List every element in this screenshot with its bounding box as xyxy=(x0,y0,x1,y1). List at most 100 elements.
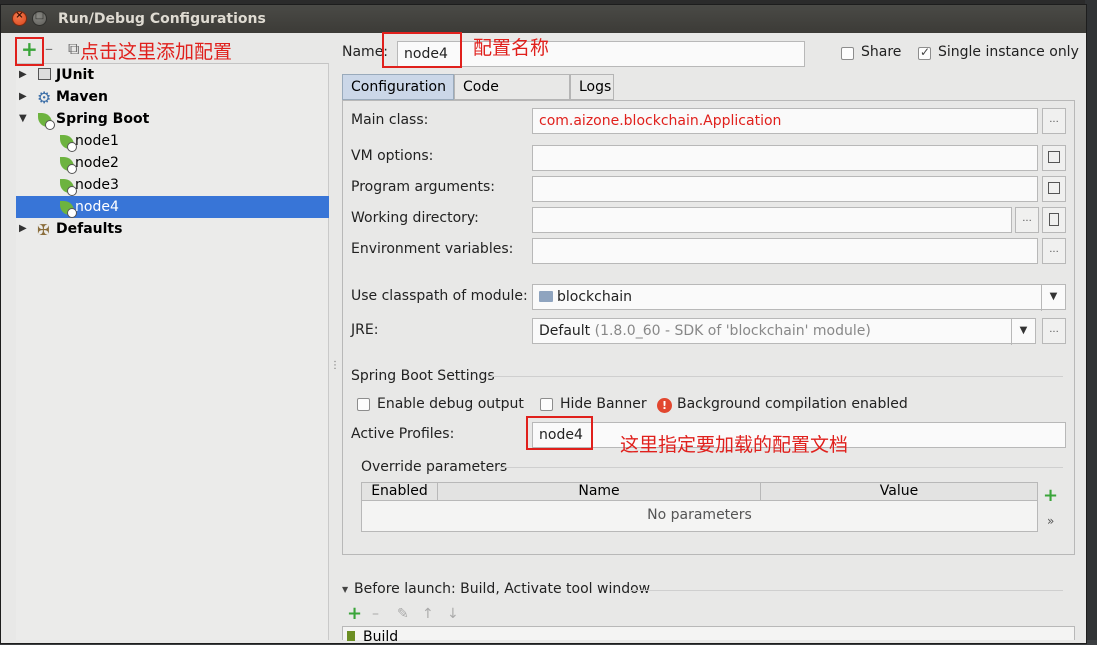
tree-item-label: Defaults xyxy=(56,218,122,240)
background-compilation-label: Background compilation enabled xyxy=(677,396,908,412)
environment-variables-label: Environment variables: xyxy=(351,241,513,257)
spring-icon xyxy=(38,112,53,126)
single-instance-checkbox[interactable] xyxy=(918,47,931,60)
share-checkbox[interactable] xyxy=(841,47,854,60)
remove-configuration-button[interactable]: – xyxy=(45,39,53,59)
tab-configuration[interactable]: Configuration xyxy=(342,74,454,100)
name-highlight xyxy=(382,32,462,68)
before-launch-item[interactable]: Build xyxy=(363,629,398,645)
spring-icon xyxy=(60,156,75,170)
enable-debug-label: Enable debug output xyxy=(377,396,524,412)
vm-options-expand-button[interactable] xyxy=(1042,145,1066,171)
more-actions-button[interactable]: » xyxy=(1047,514,1054,528)
working-directory-input[interactable] xyxy=(532,207,1012,233)
tree-item-label: JUnit xyxy=(56,64,94,86)
close-window-button[interactable]: × xyxy=(12,11,27,26)
table-header: Enabled Name Value xyxy=(362,483,1037,501)
enable-debug-checkbox[interactable] xyxy=(357,398,370,411)
active-profiles-highlight xyxy=(526,416,593,450)
working-directory-browse-button[interactable]: ... xyxy=(1015,207,1039,233)
wrench-icon: ✠ xyxy=(37,219,52,233)
tree-item-maven[interactable]: ▶ ⚙ Maven xyxy=(16,86,329,108)
hide-banner-checkbox[interactable] xyxy=(540,398,553,411)
tree-item-spring-boot[interactable]: ▼ Spring Boot xyxy=(16,108,329,130)
environment-variables-edit-button[interactable]: ... xyxy=(1042,238,1066,264)
single-instance-label: Single instance only xyxy=(938,44,1079,60)
tree-item-node3[interactable]: node3 xyxy=(16,174,329,196)
classpath-module-select[interactable]: blockchain ▼ xyxy=(532,284,1066,310)
share-label: Share xyxy=(861,44,901,60)
jre-value: Default xyxy=(539,323,590,339)
column-header-name[interactable]: Name xyxy=(438,483,761,501)
override-parameters-table: Enabled Name Value No parameters xyxy=(361,482,1038,532)
jre-select[interactable]: Default (1.8.0_60 - SDK of 'blockchain' … xyxy=(532,318,1036,344)
tree-item-node4[interactable]: node4 xyxy=(16,196,329,218)
spring-icon xyxy=(60,178,75,192)
expand-arrow-icon[interactable]: ▶ xyxy=(19,86,27,108)
junit-icon xyxy=(38,68,51,80)
minimize-icon: □ xyxy=(33,10,46,21)
program-arguments-label: Program arguments: xyxy=(351,179,495,195)
active-profiles-label: Active Profiles: xyxy=(351,426,454,442)
remove-task-button[interactable]: – xyxy=(372,606,379,622)
empty-table-text: No parameters xyxy=(362,507,1037,523)
vm-options-label: VM options: xyxy=(351,148,433,164)
working-directory-macro-button[interactable] xyxy=(1042,207,1066,233)
main-class-input[interactable]: com.aizone.blockchain.Application xyxy=(532,108,1038,134)
configuration-tree-panel: + – ⧉ ▶ JUnit ▶ ⚙ Maven ▼ Spring Boot no… xyxy=(16,35,329,640)
add-config-annotation: 点击这里添加配置 xyxy=(80,37,232,64)
column-header-enabled[interactable]: Enabled xyxy=(362,483,438,501)
program-arguments-input[interactable] xyxy=(532,176,1038,202)
collapse-arrow-icon[interactable]: ▼ xyxy=(19,108,27,130)
add-button-highlight xyxy=(15,37,44,66)
error-icon: ! xyxy=(657,398,672,413)
classpath-module-value: blockchain xyxy=(557,289,632,305)
main-class-browse-button[interactable]: ... xyxy=(1042,108,1066,134)
profiles-annotation: 这里指定要加载的配置文档 xyxy=(620,430,848,457)
splitter-handle[interactable]: ⋮ xyxy=(330,360,334,380)
vm-options-input[interactable] xyxy=(532,145,1038,171)
tree-item-label: Maven xyxy=(56,86,108,108)
classpath-module-label: Use classpath of module: xyxy=(351,288,528,304)
move-up-button[interactable]: ↑ xyxy=(422,606,434,622)
add-parameter-button[interactable]: + xyxy=(1043,485,1058,506)
expand-arrow-icon[interactable]: ▶ xyxy=(19,218,27,240)
move-down-button[interactable]: ↓ xyxy=(447,606,459,622)
dialog-title: Run/Debug Configurations xyxy=(58,11,266,27)
tree-item-defaults[interactable]: ▶ ✠ Defaults xyxy=(16,218,329,240)
section-divider xyxy=(630,590,1063,591)
configuration-tree: ▶ JUnit ▶ ⚙ Maven ▼ Spring Boot node1 no… xyxy=(16,63,329,640)
copy-configuration-button[interactable]: ⧉ xyxy=(68,39,79,59)
jre-detail: (1.8.0_60 - SDK of 'blockchain' module) xyxy=(595,323,871,339)
minimize-window-button[interactable]: □ xyxy=(32,11,47,26)
program-arguments-expand-button[interactable] xyxy=(1042,176,1066,202)
tree-item-label: node1 xyxy=(75,130,119,152)
chevron-down-icon: ▼ xyxy=(1041,285,1065,311)
tree-item-label: node2 xyxy=(75,152,119,174)
edit-task-button[interactable]: ✎ xyxy=(397,606,409,622)
tree-item-label: node4 xyxy=(75,196,119,218)
working-directory-label: Working directory: xyxy=(351,210,479,226)
tree-item-junit[interactable]: ▶ JUnit xyxy=(16,64,329,86)
main-class-label: Main class: xyxy=(351,112,428,128)
column-header-value[interactable]: Value xyxy=(761,483,1037,501)
jre-browse-button[interactable]: ... xyxy=(1042,318,1066,344)
hide-banner-label: Hide Banner xyxy=(560,396,647,412)
close-icon: × xyxy=(13,10,26,21)
gear-icon: ⚙ xyxy=(37,87,52,101)
collapse-arrow-icon[interactable]: ▼ xyxy=(342,585,348,594)
expand-arrow-icon[interactable]: ▶ xyxy=(19,64,27,86)
tab-logs[interactable]: Logs xyxy=(570,74,614,100)
add-task-button[interactable]: + xyxy=(347,603,362,624)
spring-icon xyxy=(60,134,75,148)
override-parameters-title: Override parameters xyxy=(361,459,507,475)
section-divider xyxy=(487,376,1063,377)
environment-variables-input[interactable] xyxy=(532,238,1038,264)
tree-item-node1[interactable]: node1 xyxy=(16,130,329,152)
tree-item-node2[interactable]: node2 xyxy=(16,152,329,174)
tree-item-label: Spring Boot xyxy=(56,108,149,130)
folder-icon xyxy=(539,291,553,302)
name-annotation: 配置名称 xyxy=(473,33,549,60)
document-icon xyxy=(1049,213,1059,226)
tab-code-coverage[interactable]: Code Coverage xyxy=(454,74,570,100)
